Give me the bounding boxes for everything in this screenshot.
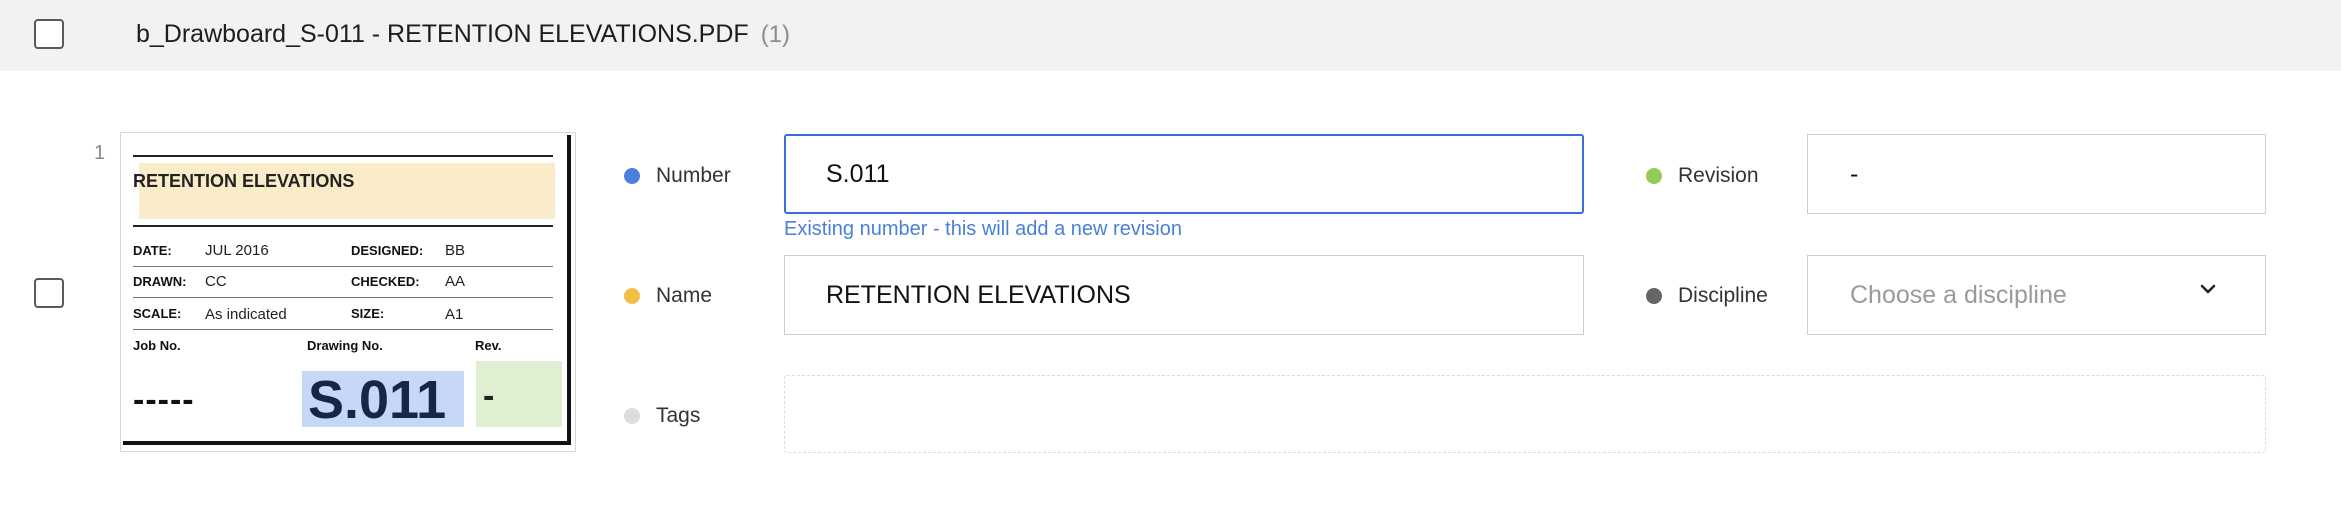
designed-label: DESIGNED: (351, 243, 424, 258)
drawing-no-value: S.011 (308, 370, 447, 430)
date-value: JUL 2016 (205, 242, 269, 259)
number-status-dot (624, 168, 640, 184)
name-input[interactable]: RETENTION ELEVATIONS (784, 255, 1584, 335)
revision-input[interactable]: - (1807, 134, 2266, 214)
divider (133, 329, 553, 330)
divider (133, 225, 553, 227)
rev-label: Rev. (475, 338, 502, 353)
discipline-placeholder: Choose a discipline (1850, 280, 2067, 309)
tags-status-dot (624, 408, 640, 424)
select-all-checkbox[interactable] (34, 19, 64, 49)
discipline-status-dot (1646, 288, 1662, 304)
number-input[interactable]: S.011 (784, 134, 1584, 214)
scale-value: As indicated (205, 306, 287, 323)
job-no-value: ----- (133, 381, 195, 419)
discipline-label: Discipline (1678, 284, 1768, 307)
checked-value: AA (445, 273, 466, 290)
revision-status-dot (1646, 168, 1662, 184)
file-header: b_Drawboard_S-011 - RETENTION ELEVATIONS… (0, 0, 2341, 71)
tags-input[interactable] (784, 375, 2266, 453)
size-value: A1 (445, 306, 464, 323)
name-status-dot (624, 288, 640, 304)
checked-label: CHECKED: (351, 274, 420, 289)
revision-label: Revision (1678, 164, 1759, 187)
tags-label: Tags (656, 404, 701, 427)
drawing-no-label: Drawing No. (307, 338, 383, 353)
designed-value: BB (445, 242, 466, 259)
file-count: (1) (760, 21, 791, 48)
divider (133, 266, 553, 267)
row-checkbox[interactable] (34, 278, 64, 308)
number-hint: Existing number - this will add a new re… (784, 218, 1182, 240)
file-title: b_Drawboard_S-011 - RETENTION ELEVATIONS… (136, 20, 790, 49)
chevron-down-icon[interactable] (2199, 280, 2217, 298)
name-label: Name (656, 284, 713, 307)
number-label: Number (656, 164, 731, 187)
drawn-value: CC (205, 273, 227, 290)
discipline-select[interactable]: Choose a discipline (1807, 255, 2266, 335)
size-label: SIZE: (351, 306, 385, 321)
job-no-label: Job No. (133, 338, 181, 353)
divider (133, 297, 553, 298)
divider (133, 155, 553, 157)
rev-value: - (483, 377, 495, 415)
drawing-thumbnail[interactable]: RETENTION ELEVATIONS DATE: JUL 2016 DESI… (120, 132, 576, 452)
file-name: b_Drawboard_S-011 - RETENTION ELEVATIONS… (136, 20, 749, 48)
thumb-title: RETENTION ELEVATIONS (133, 171, 355, 191)
date-label: DATE: (133, 243, 172, 258)
drawn-label: DRAWN: (133, 274, 187, 289)
scale-label: SCALE: (133, 306, 182, 321)
row-index: 1 (94, 142, 106, 164)
title-block: RETENTION ELEVATIONS DATE: JUL 2016 DESI… (123, 135, 571, 445)
